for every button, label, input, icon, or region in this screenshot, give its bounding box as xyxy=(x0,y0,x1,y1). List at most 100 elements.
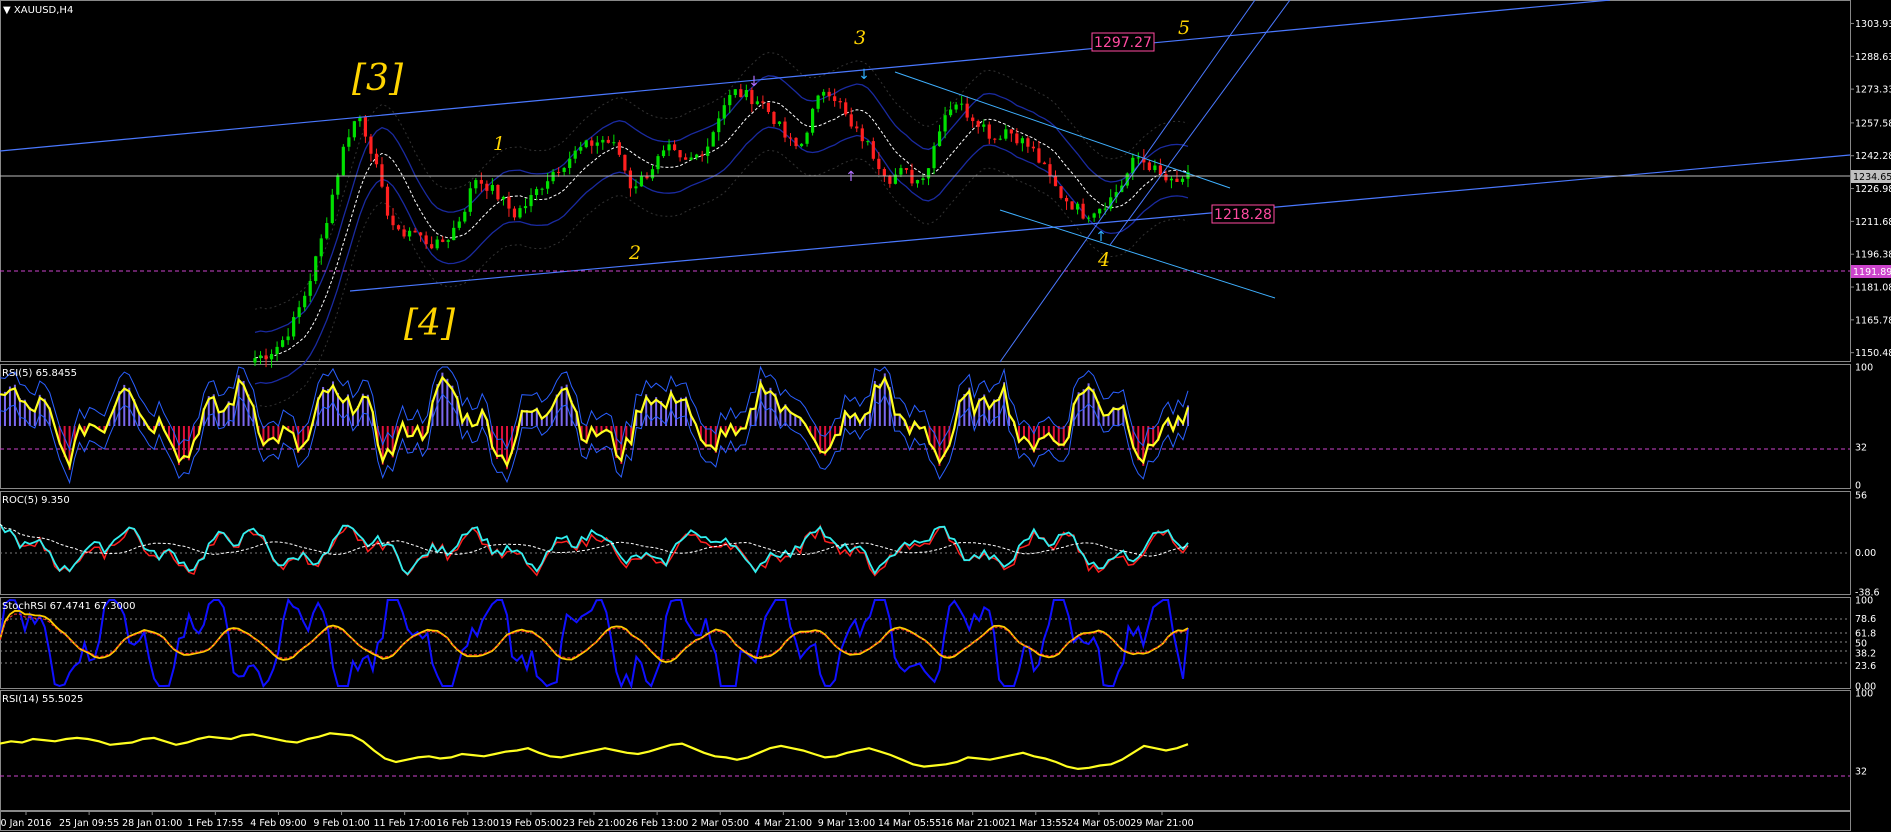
candle-body xyxy=(882,169,886,176)
roc-indicator: 560.00-38.6 xyxy=(0,491,1880,599)
candle-body xyxy=(490,184,494,191)
time-tick-label: 29 Mar 21:00 xyxy=(1130,818,1193,829)
time-tick-label: 9 Feb 01:00 xyxy=(313,818,369,829)
rsi5-histogram-bar xyxy=(878,383,881,426)
candle-body xyxy=(1059,186,1063,198)
chart-symbol-label: ▼ XAUUSD,H4 xyxy=(3,5,73,16)
wave-label-5: 5 xyxy=(1178,17,1190,39)
candle-body xyxy=(264,355,268,360)
candle-body xyxy=(1009,129,1013,134)
candle-body xyxy=(1087,217,1091,219)
candle-body xyxy=(1026,138,1030,147)
time-tick-label: 1 Feb 17:55 xyxy=(187,818,243,829)
candle-body xyxy=(523,206,528,209)
candle-body xyxy=(424,235,428,245)
candle-body xyxy=(579,147,583,151)
arrow-up-1: ↑ xyxy=(845,169,857,185)
rsi14-tick-label: 32 xyxy=(1855,767,1867,778)
candle-body xyxy=(717,118,721,133)
candle-body xyxy=(943,115,947,132)
candle-body xyxy=(391,215,395,226)
time-tick-label: 2 Mar 05:00 xyxy=(692,818,749,829)
stochrsi-panel-frame xyxy=(0,597,1851,689)
upper-channel-line xyxy=(0,0,1611,152)
candle-body xyxy=(772,111,776,125)
candle-body xyxy=(286,336,290,341)
trendlines xyxy=(0,0,1851,363)
candle-body xyxy=(805,132,809,144)
candle-body xyxy=(1169,178,1174,181)
candle-body xyxy=(457,221,461,228)
level-lines xyxy=(0,448,1850,777)
time-tick-label: 16 Mar 21:00 xyxy=(941,818,1004,829)
candle-body xyxy=(650,169,655,179)
candle-body xyxy=(661,150,666,157)
moving-average-line xyxy=(254,100,1189,359)
candle-body xyxy=(750,90,754,105)
candle-body xyxy=(1098,208,1102,214)
candle-body xyxy=(336,175,340,195)
candle-body xyxy=(617,142,621,155)
stochrsi-tick-label: 23.6 xyxy=(1855,661,1876,672)
candle-body xyxy=(904,168,909,170)
wave-label-2: 2 xyxy=(628,242,641,264)
candle-body xyxy=(700,154,704,156)
time-tick-label: 21 Mar 13:55 xyxy=(1004,818,1067,829)
candle-body xyxy=(849,114,853,127)
candle-body xyxy=(584,140,588,148)
price-tick-label: 1257.58 xyxy=(1855,118,1891,129)
candle-body xyxy=(485,183,489,191)
stochrsi-tick-label: 78.6 xyxy=(1855,614,1876,625)
candle-body xyxy=(932,146,936,169)
candle-body xyxy=(744,90,748,98)
rsi5-histogram-bar xyxy=(998,396,1001,426)
candle-body xyxy=(258,355,263,359)
candle-body xyxy=(385,186,390,216)
price-panel-frame xyxy=(0,0,1851,362)
candle-body xyxy=(711,132,715,147)
candle-body xyxy=(253,358,257,363)
candle-body xyxy=(739,89,743,98)
candle-body xyxy=(788,137,793,139)
rsi5-title: RSI(5) 65.8455 xyxy=(2,368,77,379)
candle-body xyxy=(987,124,991,139)
time-tick-label: 4 Mar 21:00 xyxy=(755,818,812,829)
rsi14-line xyxy=(0,732,1189,771)
candle-body xyxy=(871,141,875,159)
candle-body xyxy=(855,126,859,129)
candle-body xyxy=(275,346,279,355)
candle-body xyxy=(452,227,456,241)
wave-label-3: 3 xyxy=(854,27,866,49)
price-tick-label: 1150.48 xyxy=(1855,348,1891,359)
candle-body xyxy=(678,150,682,158)
candle-body xyxy=(937,131,942,147)
rsi14-panel-frame xyxy=(0,690,1851,811)
candle-body xyxy=(799,143,804,147)
candle-body xyxy=(430,244,434,249)
rsi5-histogram-bar xyxy=(232,402,235,426)
candle-body xyxy=(369,136,373,154)
candle-body xyxy=(822,91,826,96)
candle-body xyxy=(297,307,301,318)
price-tick-label: 1226.98 xyxy=(1855,184,1891,195)
candle-body xyxy=(1037,148,1041,163)
candle-body xyxy=(1081,203,1085,219)
time-tick-label: 14 Mar 05:55 xyxy=(878,818,941,829)
candle-body xyxy=(766,102,771,112)
price-axis: 1303.93 1288.63 1273.33 1257.58 1242.28 1226.… xyxy=(1850,19,1891,359)
candle-body xyxy=(325,223,329,239)
rsi5-histogram-bar xyxy=(501,426,504,459)
candle-body xyxy=(639,176,644,187)
candle-body xyxy=(833,96,837,101)
candle-body xyxy=(468,188,472,212)
bollinger-bands xyxy=(254,52,1189,408)
candle-body xyxy=(971,117,975,122)
candle-body xyxy=(1048,164,1052,177)
time-tick-label: 4 Feb 09:00 xyxy=(250,818,306,829)
candle-body xyxy=(755,101,759,105)
candle-body xyxy=(1175,178,1179,182)
candle-body xyxy=(474,180,478,189)
candle-body xyxy=(512,208,517,218)
candle-body xyxy=(396,225,401,230)
candle-body xyxy=(402,229,406,237)
